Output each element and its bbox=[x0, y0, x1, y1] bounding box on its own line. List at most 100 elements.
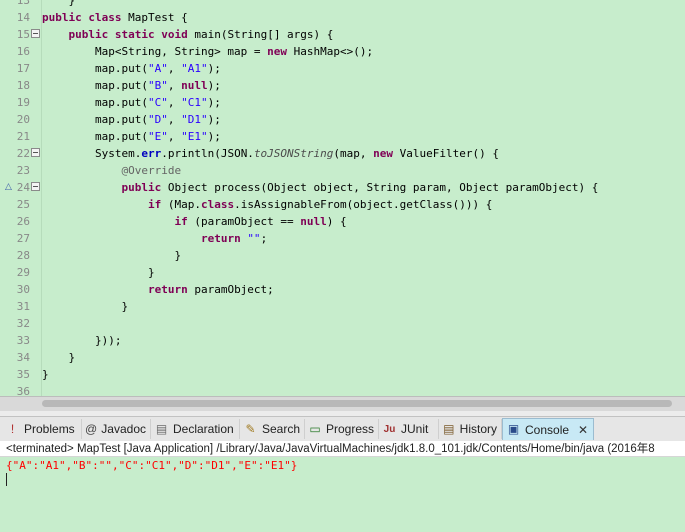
close-icon[interactable]: ✕ bbox=[578, 423, 588, 437]
code-token: ValueFilter() { bbox=[399, 147, 500, 160]
code-text: map.put("D", "D1"); bbox=[42, 111, 221, 128]
code-token: "A1" bbox=[181, 62, 208, 75]
code-line: 31 } bbox=[0, 298, 685, 315]
code-token: ); bbox=[207, 130, 221, 143]
console-process-header: <terminated> MapTest [Java Application] … bbox=[0, 441, 685, 457]
scrollbar-thumb[interactable] bbox=[42, 400, 672, 407]
code-token: } bbox=[42, 368, 49, 381]
flashlight-icon: ✎ bbox=[245, 421, 256, 436]
console-icon: ▣ bbox=[507, 422, 520, 436]
code-token: public class bbox=[42, 11, 129, 24]
line-number: 28 bbox=[16, 249, 30, 262]
code-token: public bbox=[121, 181, 168, 194]
tab-label: Search bbox=[261, 422, 300, 436]
code-token: return bbox=[200, 232, 248, 245]
code-token: ); bbox=[207, 96, 221, 109]
code-token: , bbox=[167, 130, 182, 143]
code-text: public Object process(Object object, Str… bbox=[42, 179, 598, 196]
code-text: })); bbox=[42, 332, 122, 349]
tab-junit[interactable]: Ju JUnit bbox=[379, 419, 439, 439]
fold-toggle-icon[interactable] bbox=[31, 148, 40, 157]
line-number: 18 bbox=[16, 79, 30, 92]
code-line: 28 } bbox=[0, 247, 685, 264]
line-number: 21 bbox=[16, 130, 30, 143]
tab-label: Declaration bbox=[173, 422, 234, 436]
tab-declaration[interactable]: ▤ Declaration bbox=[151, 419, 240, 439]
code-text: if (paramObject == null) { bbox=[42, 213, 347, 230]
code-editor[interactable]: 13 } 14 public class MapTest {15 public st… bbox=[0, 0, 685, 396]
code-token: map.put( bbox=[42, 62, 148, 75]
code-token: } bbox=[42, 249, 182, 262]
code-token: } bbox=[42, 300, 129, 313]
code-token: ; bbox=[260, 232, 268, 245]
line-number: 27 bbox=[16, 232, 30, 245]
code-text: @Override bbox=[42, 162, 181, 179]
tab-search[interactable]: ✎ Search bbox=[240, 419, 305, 439]
code-token: return bbox=[147, 283, 195, 296]
code-line: 27 return ""; bbox=[0, 230, 685, 247]
code-text: } bbox=[42, 0, 75, 9]
line-number: 34 bbox=[16, 351, 30, 364]
tab-problems[interactable]: ! Problems bbox=[2, 419, 82, 439]
code-line: 14 public class MapTest { bbox=[0, 9, 685, 26]
tab-javadoc[interactable]: @ Javadoc bbox=[82, 419, 151, 439]
code-line: 18 map.put("B", null); bbox=[0, 77, 685, 94]
code-text: return ""; bbox=[42, 230, 267, 247]
tab-label: Console bbox=[525, 422, 570, 437]
line-number: 17 bbox=[16, 62, 30, 75]
line-number: 14 bbox=[16, 11, 30, 24]
tab-label: Javadoc bbox=[101, 422, 146, 436]
code-token: Map<String, String> map = bbox=[42, 45, 268, 58]
code-line: 16 Map<String, String> map = new HashMap… bbox=[0, 43, 685, 60]
code-token: "E1" bbox=[181, 130, 208, 143]
fold-toggle-icon[interactable] bbox=[31, 182, 40, 191]
line-number: 19 bbox=[16, 96, 30, 109]
line-number: 29 bbox=[16, 266, 30, 279]
code-token: ); bbox=[207, 113, 221, 126]
code-token: .isAssignableFrom(object.getClass())) { bbox=[234, 198, 493, 211]
code-token: ) { bbox=[326, 215, 347, 228]
code-line: 32 bbox=[0, 315, 685, 332]
code-token: paramObject; bbox=[194, 283, 274, 296]
tab-console[interactable]: ▣ Console ✕ bbox=[502, 418, 594, 440]
code-text: map.put("C", "C1"); bbox=[42, 94, 221, 111]
console-view[interactable]: <terminated> MapTest [Java Application] … bbox=[0, 441, 685, 532]
code-line: 20 map.put("D", "D1"); bbox=[0, 111, 685, 128]
code-line: 13 } bbox=[0, 0, 685, 9]
code-token: , bbox=[167, 96, 182, 109]
code-line: 22 System.err.println(JSON.toJSONString(… bbox=[0, 145, 685, 162]
code-token: , bbox=[167, 79, 182, 92]
fold-toggle-icon[interactable] bbox=[31, 29, 40, 38]
progress-icon: ▭ bbox=[309, 421, 321, 436]
code-token: class bbox=[200, 198, 235, 211]
line-number: 26 bbox=[16, 215, 30, 228]
code-line: 17 map.put("A", "A1"); bbox=[0, 60, 685, 77]
code-token: "C1" bbox=[181, 96, 208, 109]
code-token: ); bbox=[207, 79, 221, 92]
code-token: "E" bbox=[147, 130, 168, 143]
code-text: map.put("E", "E1"); bbox=[42, 128, 221, 145]
view-tab-bar: ! Problems @ Javadoc ▤ Declaration ✎ Search ▭ Pro… bbox=[0, 416, 685, 442]
code-text: } bbox=[42, 349, 75, 366]
console-output: {"A":"A1","B":"","C":"C1","D":"D1","E":"… bbox=[6, 459, 298, 472]
line-number: 16 bbox=[16, 45, 30, 58]
code-token: if bbox=[174, 215, 195, 228]
code-token: map.put( bbox=[42, 130, 148, 143]
junit-icon: Ju bbox=[383, 423, 396, 435]
code-text: Map<String, String> map = new HashMap<>(… bbox=[42, 43, 373, 60]
code-text: } bbox=[42, 366, 49, 383]
code-token: } bbox=[42, 0, 76, 7]
tab-history[interactable]: ▤ History bbox=[439, 419, 502, 439]
override-marker-icon[interactable]: △ bbox=[5, 181, 12, 193]
code-token: new bbox=[267, 45, 294, 58]
code-token: null bbox=[181, 79, 208, 92]
tab-progress[interactable]: ▭ Progress bbox=[305, 419, 379, 439]
code-token: })); bbox=[42, 334, 122, 347]
editor-horizontal-scrollbar[interactable] bbox=[0, 396, 685, 411]
line-number: 32 bbox=[16, 317, 30, 330]
code-token: "D1" bbox=[181, 113, 208, 126]
problems-icon: ! bbox=[10, 421, 15, 436]
